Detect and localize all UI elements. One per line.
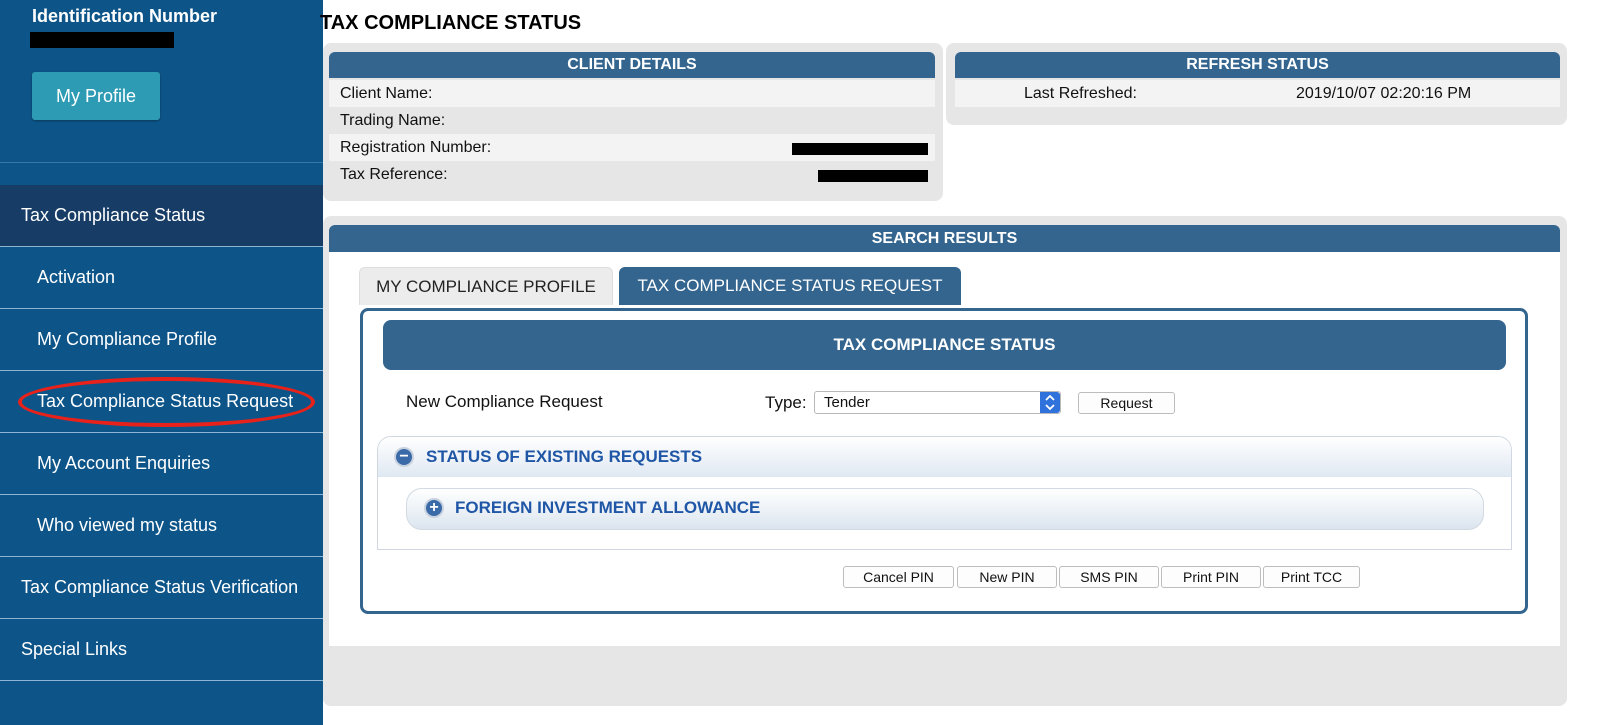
sidebar-item-label: Tax Compliance Status: [21, 205, 206, 225]
new-compliance-request-label: New Compliance Request: [406, 392, 603, 411]
refresh-status-header: REFRESH STATUS: [955, 52, 1560, 78]
tab-my-compliance-profile[interactable]: MY COMPLIANCE PROFILE: [359, 267, 613, 305]
sidebar-item-label: My Account Enquiries: [37, 453, 211, 473]
type-select[interactable]: Tender: [814, 391, 1061, 414]
sidebar-item-my-compliance-profile[interactable]: My Compliance Profile: [0, 309, 323, 371]
sidebar: Identification Number My Profile Tax Com…: [0, 0, 323, 725]
sidebar-item-tax-compliance-status-verification[interactable]: Tax Compliance Status Verification: [0, 557, 323, 619]
my-profile-button[interactable]: My Profile: [32, 72, 160, 120]
sidebar-item-label: My Compliance Profile: [37, 329, 218, 349]
client-name-row: Client Name:: [329, 80, 935, 107]
client-name-label: Client Name:: [340, 84, 433, 102]
redacted-tax-reference: [818, 170, 928, 182]
last-refreshed-value: 2019/10/07 02:20:16 PM: [1296, 84, 1472, 102]
sidebar-item-label: Special Links: [21, 639, 128, 659]
collapse-minus-icon[interactable]: −: [394, 447, 414, 467]
select-arrows-icon: [1040, 392, 1060, 413]
type-select-value: Tender: [824, 394, 870, 411]
sidebar-item-special-links[interactable]: Special Links: [0, 619, 323, 681]
last-refreshed-row: Last Refreshed: 2019/10/07 02:20:16 PM: [955, 80, 1560, 107]
registration-number-label: Registration Number:: [340, 138, 492, 156]
sidebar-item-label: Tax Compliance Status Verification: [21, 577, 299, 597]
tax-reference-label: Tax Reference:: [340, 165, 448, 183]
identification-number-label: Identification Number: [32, 6, 218, 26]
client-details-header: CLIENT DETAILS: [329, 52, 935, 78]
tab-tax-compliance-status-request[interactable]: TAX COMPLIANCE STATUS REQUEST: [619, 267, 961, 305]
trading-name-row: Trading Name:: [329, 107, 935, 134]
redacted-id-number: [30, 32, 174, 48]
last-refreshed-label: Last Refreshed:: [1024, 84, 1137, 102]
redacted-registration-number: [792, 143, 928, 155]
sidebar-item-label: Who viewed my status: [37, 515, 218, 535]
cancel-pin-button[interactable]: Cancel PIN: [843, 566, 954, 588]
type-label: Type:: [765, 393, 807, 412]
print-pin-button[interactable]: Print PIN: [1161, 566, 1261, 588]
existing-requests-title[interactable]: STATUS OF EXISTING REQUESTS: [426, 447, 702, 467]
new-pin-button[interactable]: New PIN: [957, 566, 1057, 588]
sidebar-item-label: Activation: [37, 267, 116, 287]
search-results-footer: [323, 646, 1563, 706]
sidebar-item-who-viewed-my-status[interactable]: Who viewed my status: [0, 495, 323, 557]
print-tcc-button[interactable]: Print TCC: [1263, 566, 1360, 588]
sidebar-item-label: Tax Compliance Status Request: [37, 391, 294, 411]
sidebar-item-activation[interactable]: Activation: [0, 247, 323, 309]
sidebar-divider: [0, 162, 323, 163]
trading-name-label: Trading Name:: [340, 111, 446, 129]
search-results-header: SEARCH RESULTS: [329, 225, 1560, 252]
sms-pin-button[interactable]: SMS PIN: [1059, 566, 1159, 588]
expand-plus-icon[interactable]: +: [424, 498, 444, 518]
sidebar-item-tax-compliance-status[interactable]: Tax Compliance Status: [0, 185, 323, 247]
sidebar-item-tax-compliance-status-request[interactable]: Tax Compliance Status Request: [0, 371, 323, 433]
tax-compliance-status-title: TAX COMPLIANCE STATUS: [383, 320, 1506, 370]
request-button[interactable]: Request: [1078, 392, 1175, 414]
sidebar-nav: Tax Compliance Status Activation My Comp…: [0, 185, 323, 681]
foreign-investment-allowance-title[interactable]: FOREIGN INVESTMENT ALLOWANCE: [455, 498, 760, 518]
page-title: TAX COMPLIANCE STATUS: [320, 12, 582, 34]
sidebar-item-my-account-enquiries[interactable]: My Account Enquiries: [0, 433, 323, 495]
